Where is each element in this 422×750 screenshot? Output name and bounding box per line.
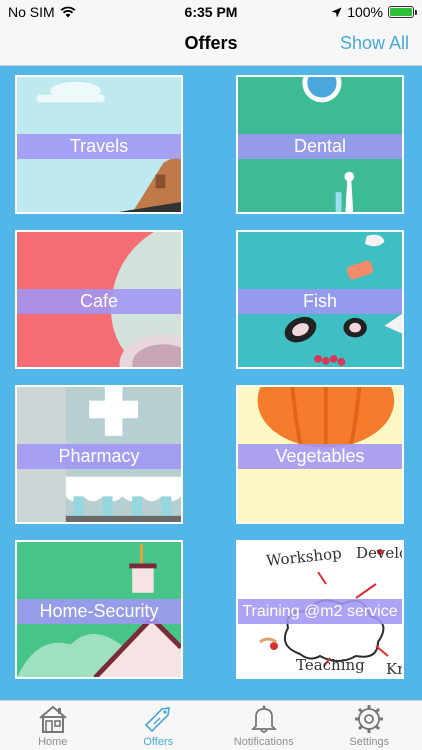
tab-notifications-label: Notifications: [233, 736, 294, 748]
show-all-button[interactable]: Show All: [340, 33, 409, 54]
carrier-text: No SIM: [8, 4, 55, 20]
battery-level: [390, 8, 412, 16]
tab-offers[interactable]: Offers: [106, 701, 212, 750]
offer-tile-dental[interactable]: Dental: [236, 75, 404, 214]
bell-icon: [250, 705, 277, 733]
training-word-develop: Develop: [356, 544, 402, 562]
offer-tile-vegetables[interactable]: Vegetables: [236, 385, 404, 524]
status-bar: No SIM 6:35 PM 100%: [0, 0, 422, 24]
wifi-icon: [60, 6, 76, 18]
gear-icon: [355, 705, 384, 733]
tab-notifications[interactable]: Notifications: [211, 701, 317, 750]
training-word-kno: Kno: [386, 660, 402, 678]
offer-label-cafe: Cafe: [17, 289, 181, 314]
tab-settings[interactable]: Settings: [317, 701, 422, 750]
house-icon: [39, 705, 67, 733]
offer-label-training: Training @m2 service: [238, 599, 402, 624]
status-left: No SIM: [8, 4, 76, 20]
offer-tile-training[interactable]: Workshop Develop Teaching Kno Training @…: [236, 540, 404, 679]
location-arrow-icon: [331, 7, 342, 17]
offer-label-home-security: Home-Security: [17, 599, 181, 624]
training-word-teaching: Teaching: [296, 656, 365, 674]
tab-settings-label: Settings: [349, 736, 390, 748]
navigation-bar: Offers Show All: [0, 24, 422, 66]
tab-home-label: Home: [38, 736, 68, 748]
offer-tile-pharmacy[interactable]: Pharmacy: [15, 385, 183, 524]
offer-tile-fish[interactable]: Fish: [236, 230, 404, 369]
offer-tile-travels[interactable]: Travels: [15, 75, 183, 214]
battery-icon: [388, 6, 417, 18]
tab-bar: Home Offers Notifications Settings: [0, 700, 422, 750]
tab-offers-label: Offers: [143, 736, 174, 748]
status-right: 100%: [331, 4, 417, 20]
offer-label-pharmacy: Pharmacy: [17, 444, 181, 469]
offers-grid: Travels Dental Cafe Fish Pharmacy Vegeta…: [0, 66, 422, 700]
tab-home[interactable]: Home: [0, 701, 106, 750]
tag-icon: [145, 707, 171, 733]
battery-percent: 100%: [347, 4, 383, 20]
offer-tile-cafe[interactable]: Cafe: [15, 230, 183, 369]
offer-tile-home-security[interactable]: Home-Security: [15, 540, 183, 679]
offer-label-fish: Fish: [238, 289, 402, 314]
offer-label-vegetables: Vegetables: [238, 444, 402, 469]
offer-label-travels: Travels: [17, 134, 181, 159]
offer-label-dental: Dental: [238, 134, 402, 159]
